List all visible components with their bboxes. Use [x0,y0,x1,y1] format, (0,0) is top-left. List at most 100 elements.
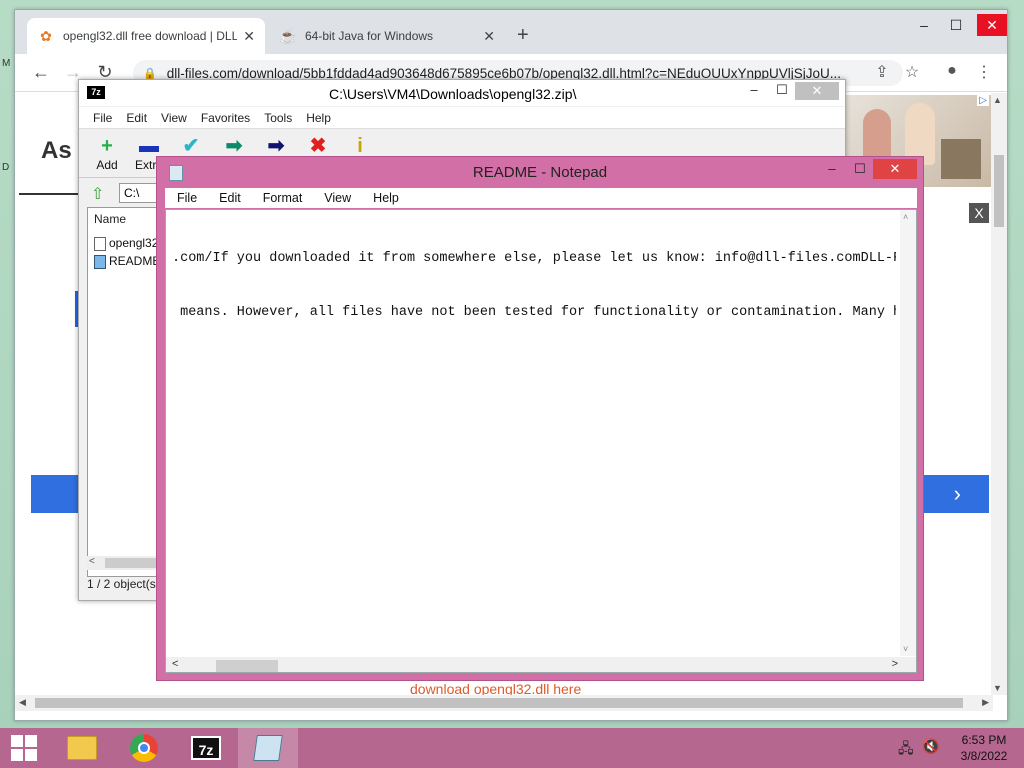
desktop-edge-label: D [2,162,10,173]
close-button[interactable]: ✕ [977,14,1007,36]
minus-icon: ▬ [139,135,159,157]
close-ad-button[interactable]: X [969,203,989,223]
adchoices-icon[interactable]: ▷ [977,95,989,106]
maximize-button[interactable]: ☐ [769,82,795,98]
download-link[interactable]: download opengl32.dll here [410,681,581,695]
menu-favorites[interactable]: Favorites [201,111,250,125]
system-clock[interactable]: 6:53 PM 3/8/2022 [956,732,1012,764]
taskbar-file-explorer[interactable] [52,728,112,768]
chevron-right-icon[interactable]: › [954,481,961,507]
file-name: opengl32 [109,236,159,250]
menu-view[interactable]: View [324,191,351,205]
scroll-right-icon[interactable]: ▶ [982,697,989,708]
arrow-right-icon: ➡ [225,135,243,157]
page-horizontal-scrollbar[interactable]: ◀ ▶ [15,695,993,711]
folder-icon [67,736,97,760]
list-item[interactable]: README [94,254,160,269]
list-item[interactable]: opengl32 [94,236,158,251]
scroll-down-icon[interactable]: ˅ [903,644,908,654]
editor-horizontal-scrollbar[interactable]: < > [165,657,917,673]
scroll-right-icon[interactable]: > [892,658,898,670]
close-button[interactable]: ✕ [873,159,917,179]
test-button[interactable]: ✔ [169,134,213,158]
new-tab-button[interactable]: + [517,24,529,47]
7zip-icon: 7z [191,736,221,760]
menu-help[interactable]: Help [306,111,331,125]
back-icon[interactable]: ← [29,62,53,83]
close-tab-icon[interactable]: ✕ [483,28,495,45]
move-button[interactable]: ➡ [254,134,298,158]
delete-button[interactable]: ✖ [296,134,340,158]
scroll-up-icon[interactable]: ▲ [993,95,1002,105]
scroll-thumb[interactable] [216,660,278,672]
column-header-name[interactable]: Name [94,212,126,226]
scroll-down-icon[interactable]: ▼ [993,683,1002,693]
maximize-button[interactable]: ☐ [847,161,873,177]
lock-icon: 🔒 [143,67,157,80]
taskbar-7zip[interactable]: 7z [176,728,236,768]
window-title: README - Notepad [472,164,608,181]
7zip-logo-icon: 7z [87,86,105,99]
taskbar-chrome[interactable] [114,728,174,768]
arrow-right-icon: ➡ [267,135,285,157]
close-button[interactable]: ✕ [795,82,839,100]
info-button[interactable]: i [338,134,382,158]
menu-file[interactable]: File [93,111,112,125]
maximize-button[interactable]: ☐ [941,14,971,36]
plus-icon: + [101,135,113,157]
clock-date: 3/8/2022 [960,749,1008,763]
bookmark-star-icon[interactable]: ☆ [901,62,923,82]
document-text[interactable]: .com/If you downloaded it from somewhere… [172,214,896,358]
menu-edit[interactable]: Edit [126,111,147,125]
page-vertical-scrollbar[interactable]: ▲ ▼ [991,93,1007,695]
info-icon: i [357,135,363,157]
java-icon: ☕ [279,27,297,44]
text-editor-area[interactable]: .com/If you downloaded it from somewhere… [165,209,917,658]
tab-dll-files[interactable]: ✿ opengl32.dll free download | DLL ✕ [27,18,265,54]
tab-java[interactable]: ☕ 64-bit Java for Windows ✕ [269,18,505,54]
notepad-icon [253,735,283,761]
scroll-left-icon[interactable]: ◀ [19,697,26,708]
desktop-edge-label: M [2,58,11,69]
close-tab-icon[interactable]: ✕ [243,28,255,45]
windows-logo-icon [11,735,37,761]
network-icon[interactable]: 🖧 [898,738,914,762]
menu-tools[interactable]: Tools [264,111,292,125]
folder-up-icon[interactable]: ⇧ [91,184,104,204]
scroll-left-icon[interactable]: < [172,658,178,670]
menu-kebab-icon[interactable]: ⋮ [973,62,995,82]
taskbar-notepad[interactable] [238,728,298,768]
profile-avatar-icon[interactable]: ● [941,62,963,80]
volume-muted-icon[interactable]: 🔇 [922,738,939,755]
menu-format[interactable]: Format [263,191,303,205]
scroll-thumb[interactable] [35,698,963,708]
minimize-button[interactable]: – [741,82,767,97]
text-line: means. However, all files have not been … [172,305,896,320]
scroll-up-icon[interactable]: ˄ [903,212,908,222]
chrome-icon [130,734,158,762]
minimize-button[interactable]: – [909,14,939,36]
menu-bar: File Edit View Favorites Tools Help [79,107,845,129]
page-heading: As [41,137,72,164]
scroll-thumb[interactable] [994,155,1004,227]
faded-decoration [933,193,973,473]
start-button[interactable] [0,728,48,768]
file-icon [94,236,106,251]
notepad-titlebar[interactable]: README - Notepad – ☐ ✕ [157,157,923,187]
tab-title: 64-bit Java for Windows [305,29,434,43]
editor-vertical-scrollbar[interactable]: ˄ ˅ [900,210,916,656]
scroll-left-icon[interactable]: < [89,556,95,567]
minimize-button[interactable]: – [819,161,845,176]
menu-edit[interactable]: Edit [219,191,241,205]
text-line: .com/If you downloaded it from somewhere… [172,251,896,266]
menu-help[interactable]: Help [373,191,399,205]
menu-file[interactable]: File [177,191,197,205]
add-button[interactable]: + Add [85,134,129,172]
tool-label: Add [96,158,118,172]
status-bar-text: 1 / 2 object(s [87,577,156,591]
copy-button[interactable]: ➡ [212,134,256,158]
menu-bar: File Edit Format View Help [165,188,917,208]
share-icon[interactable]: ⇪ [871,62,893,82]
7zip-titlebar[interactable]: 7z C:\Users\VM4\Downloads\opengl32.zip\ … [79,80,845,106]
menu-view[interactable]: View [161,111,187,125]
